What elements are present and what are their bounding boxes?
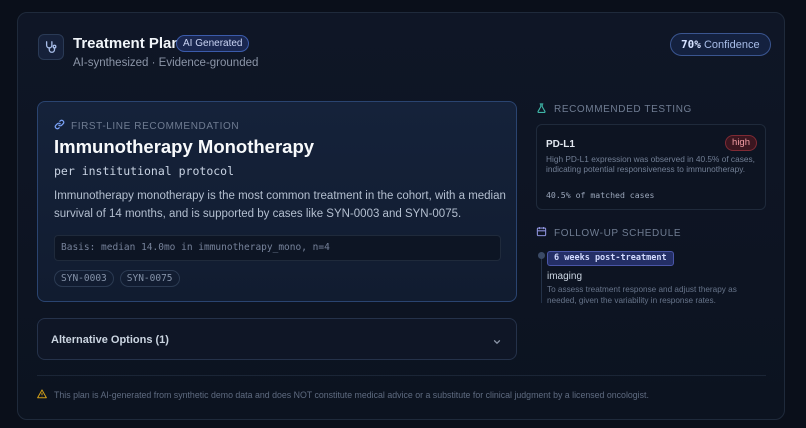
first-line-recommendation-card: FIRST-LINE RECOMMENDATION Immunotherapy … <box>37 101 517 302</box>
disclaimer: This plan is AI-generated from synthetic… <box>37 389 649 401</box>
test-card: PD-L1 high High PD-L1 expression was obs… <box>536 124 766 210</box>
alternative-options-label: Alternative Options (1) <box>51 334 169 346</box>
confidence-label: Confidence <box>703 39 760 51</box>
link-icon <box>54 119 65 133</box>
follow-up-heading: FOLLOW-UP SCHEDULE <box>536 226 681 240</box>
page-subtitle: AI-synthesized · Evidence-grounded <box>73 57 259 69</box>
calendar-icon <box>536 226 547 240</box>
follow-up-when: 6 weeks post-treatment <box>547 251 674 266</box>
chevron-down-icon <box>492 334 502 352</box>
alternative-options-accordion[interactable]: Alternative Options (1) <box>37 318 517 360</box>
test-name: PD-L1 <box>546 139 575 150</box>
disclaimer-text: This plan is AI-generated from synthetic… <box>54 390 649 400</box>
recommendation-basis: Basis: median 14.0mo in immunotherapy_mo… <box>54 235 501 261</box>
ai-generated-badge: AI Generated <box>176 35 250 52</box>
case-chips: SYN-0003 SYN-0075 <box>54 270 180 287</box>
recommendation-subtitle: per institutional protocol <box>54 164 235 178</box>
page-title: Treatment Plan <box>73 35 181 52</box>
divider <box>37 375 766 376</box>
timeline-line <box>541 255 542 303</box>
confidence-value: 70% <box>681 38 701 51</box>
follow-up-label: FOLLOW-UP SCHEDULE <box>554 227 682 239</box>
follow-up-type: imaging <box>547 271 583 282</box>
test-match: 40.5% of matched cases <box>546 190 655 200</box>
flask-icon <box>536 102 547 117</box>
treatment-plan-card: Treatment Plan AI Generated AI-synthesiz… <box>17 12 785 420</box>
case-chip[interactable]: SYN-0003 <box>54 270 114 287</box>
recommendation-title: Immunotherapy Monotherapy <box>54 136 315 157</box>
recommended-testing-label: RECOMMENDED TESTING <box>554 104 692 115</box>
case-chip[interactable]: SYN-0075 <box>119 270 180 287</box>
priority-badge: high <box>725 135 757 151</box>
test-description: High PD-L1 expression was observed in 40… <box>546 154 755 174</box>
recommendation-body: Immunotherapy monotherapy is the most co… <box>54 190 506 220</box>
recommended-testing-heading: RECOMMENDED TESTING <box>536 102 692 117</box>
stethoscope-icon <box>38 34 64 60</box>
recommendation-kicker-label: FIRST-LINE RECOMMENDATION <box>71 120 240 132</box>
timeline-dot <box>538 252 545 259</box>
confidence-badge: 70% Confidence <box>670 33 771 56</box>
warning-icon <box>37 389 47 401</box>
follow-up-description: To assess treatment response and adjust … <box>547 285 737 305</box>
recommendation-kicker: FIRST-LINE RECOMMENDATION <box>54 119 239 133</box>
